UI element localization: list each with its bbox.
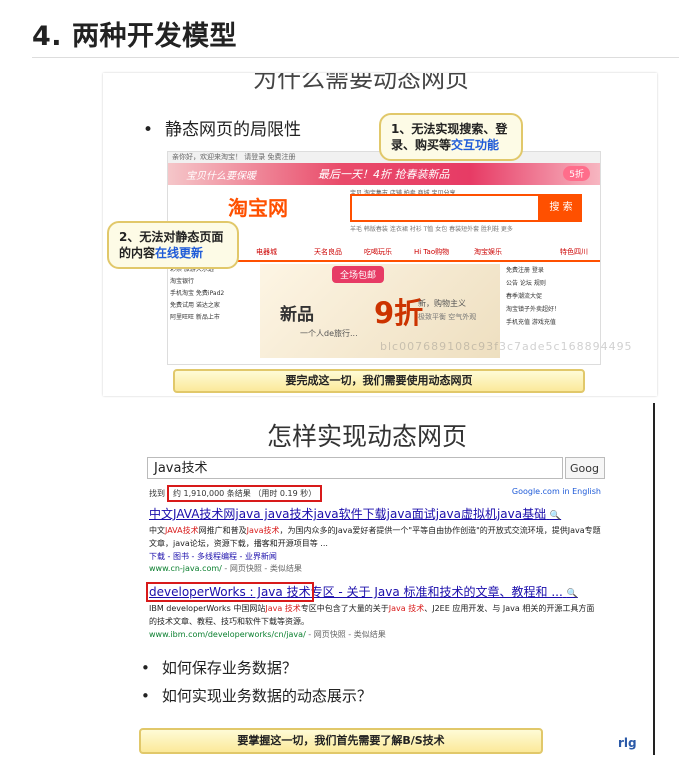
taobao-right-item: 淘宝镇子外卖超好！ <box>506 306 561 313</box>
result-stats: 找到约 1,910,000 条结果 （用时 0.19 秒） <box>149 485 323 502</box>
search-result: 中文JAVA技术网java java技术java软件下载java面试java虚拟… <box>149 505 601 574</box>
taobao-banner-left: 宝贝什么要保暖 <box>186 171 256 182</box>
slide1-banner: 要完成这一切，我们需要使用动态网页 <box>173 369 585 393</box>
snippet-keyword: Java技术 <box>246 526 280 535</box>
heading-divider <box>32 57 679 58</box>
taobao-nav-item: 天名良品 <box>314 248 342 256</box>
slide1-title: 为什么需要动态网页 <box>253 73 469 93</box>
slide2-title: 怎样实现动态网页 <box>267 422 468 451</box>
snippet-keyword: JAVA技术 <box>165 526 199 535</box>
slide2-bullet-text: 如何保存业务数据？ <box>161 659 297 677</box>
slide2-bullet: • 如何实现业务数据的动态展示？ <box>141 687 372 705</box>
page-heading: 4. 两种开发模型 <box>32 21 237 52</box>
taobao-banner-center: 最后一天！4折 抢春装新品 <box>318 168 450 181</box>
result-url-extra: - 网页快照 - 类似结果 <box>305 630 386 639</box>
taobao-nav-item: 淘宝娱乐 <box>474 248 502 256</box>
result-url-extra: - 网页快照 - 类似结果 <box>221 564 302 573</box>
taobao-nav-item: Hi Tao购物 <box>414 248 450 256</box>
taobao-side-item: 淘宝银行 <box>170 278 195 285</box>
result-title-boxed: developerWorks : Java 技术 <box>146 582 314 602</box>
promo-tag: 全场包邮 <box>332 266 385 283</box>
slide-static-limitations: 为什么需要动态网页 • 静态网页的局限性 亲你好，欢迎来淘宝！ 请登录 免费注册 … <box>103 73 657 396</box>
snippet-text: IBM developerWorks 中国网站 <box>149 604 266 613</box>
google-screenshot: Java技术 Goog 找到约 1,910,000 条结果 （用时 0.19 秒… <box>146 457 605 647</box>
callout-interaction: 1、无法实现搜索、登录、购买等交互功能 <box>379 113 523 161</box>
result-title: 中文JAVA技术网java java技术java软件下载java面试java虚拟… <box>149 505 601 522</box>
slide2-bullet-text: 如何实现业务数据的动态展示？ <box>161 687 372 705</box>
taobao-banner: 宝贝什么要保暖 最后一天！4折 抢春装新品 5折 <box>168 163 600 185</box>
corner-watermark: rlg <box>618 736 637 750</box>
slide2-bullet: • 如何保存业务数据？ <box>141 659 297 677</box>
taobao-right-item: 手机充值 游戏充值 <box>506 319 556 326</box>
slide-dynamic-pages: 怎样实现动态网页 Java技术 Goog 找到约 1,910,000 条结果 （… <box>103 403 655 755</box>
taobao-side-item: 免费试用 诺达之家 <box>170 302 220 309</box>
taobao-right-item: 免费注册 登录 <box>506 267 544 274</box>
google-site-link: Google.com in English <box>511 487 601 496</box>
taobao-side-item: 阿里旺旺 新品上市 <box>170 314 220 321</box>
taobao-right-panel: 免费注册 登录 公告 论坛 规则 春季潮流大促 淘宝镇子外卖超好！ 手机充值 游… <box>506 264 598 329</box>
search-result: developerWorks : Java 技术专区 - 关于 Java 标准和… <box>146 582 601 640</box>
callout-online-update: 2、无法对静态页面的内容在线更新 <box>107 221 239 269</box>
result-title-text: 中文JAVA技术网java java技术java软件下载java面试java虚拟… <box>149 507 547 521</box>
snippet-text: 中文 <box>149 526 165 535</box>
promo-discount: 9折 <box>374 296 424 330</box>
snippet-keyword: Java 技术 <box>388 604 425 613</box>
promo-main: 新品 <box>280 305 314 325</box>
result-stats-boxed: 约 1,910,000 条结果 （用时 0.19 秒） <box>167 485 323 502</box>
result-title-text: 专区 - 关于 Java 标准和技术的文章、教程和 ... <box>310 585 563 599</box>
callout2-highlight: 在线更新 <box>155 246 204 260</box>
result-url-text: www.ibm.com/developerworks/cn/java/ <box>149 630 306 639</box>
taobao-side-item: 手机淘宝 免费iPad2 <box>170 290 225 297</box>
taobao-nav-item: 特色四川 <box>560 248 588 256</box>
google-search-input: Java技术 <box>147 457 563 479</box>
result-snippet: 中文JAVA技术网推广和普及Java技术，为国内众多的Java爱好者提供一个"平… <box>149 524 601 550</box>
snippet-keyword: Java 技术 <box>265 604 301 613</box>
slide2-banner: 要掌握这一切，我们首先需要了解B/S技术 <box>139 728 543 754</box>
taobao-search-button: 搜 索 <box>540 194 582 222</box>
taobao-nav-item: 电器城 <box>256 248 277 256</box>
taobao-nav-item: 吃喝玩乐 <box>364 248 392 256</box>
promo-right-2: 极致平衡 空气外观 <box>418 313 477 321</box>
snippet-text: 网推广和普及 <box>198 526 247 535</box>
callout1-highlight: 交互功能 <box>451 138 500 152</box>
result-snippet: IBM developerWorks 中国网站Java 技术专区中包含了大量的关… <box>149 602 601 628</box>
taobao-logo: 淘宝网 <box>228 196 288 220</box>
result-stats-prefix: 找到 <box>149 489 165 498</box>
magnifier-icon: 🔍 <box>566 589 578 599</box>
snippet-text: 专区中包含了大量的关于 <box>300 604 389 613</box>
taobao-banner-right: 5折 <box>563 166 590 181</box>
promo-right-1: 新，购物主义 <box>418 299 466 308</box>
result-sitelinks: 下载 - 图书 - 多线程编程 - 业界新闻 <box>149 552 277 561</box>
promo-sub: 一个人de旅行... <box>300 329 358 338</box>
taobao-right-item: 公告 论坛 规则 <box>506 280 546 287</box>
result-url-text: www.cn-java.com/ <box>149 564 222 573</box>
result-title: developerWorks : Java 技术专区 - 关于 Java 标准和… <box>146 582 601 602</box>
taobao-hot-words: 羊毛 韩版春装 连衣裙 衬衫 T恤 女包 春装短外套 胜利鞋 更多 <box>350 226 513 233</box>
taobao-search-input <box>350 194 540 222</box>
result-url: www.cn-java.com/ - 网页快照 - 类似结果 <box>149 563 601 574</box>
slide1-bullet: • 静态网页的局限性 <box>143 120 302 140</box>
taobao-right-item: 春季潮流大促 <box>506 293 543 300</box>
google-search-button: Goog <box>565 457 605 479</box>
result-url: www.ibm.com/developerworks/cn/java/ - 网页… <box>149 629 601 640</box>
watermark: blc007689108c93f3c7ade5c168894495 <box>380 340 633 353</box>
slide1-bullet-text: 静态网页的局限性 <box>165 120 302 140</box>
magnifier-icon: 🔍 <box>549 511 562 521</box>
taobao-sidebar: 彩票 旅游大乐透 淘宝银行 手机淘宝 免费iPad2 免费试用 诺达之家 阿里旺… <box>170 264 254 324</box>
